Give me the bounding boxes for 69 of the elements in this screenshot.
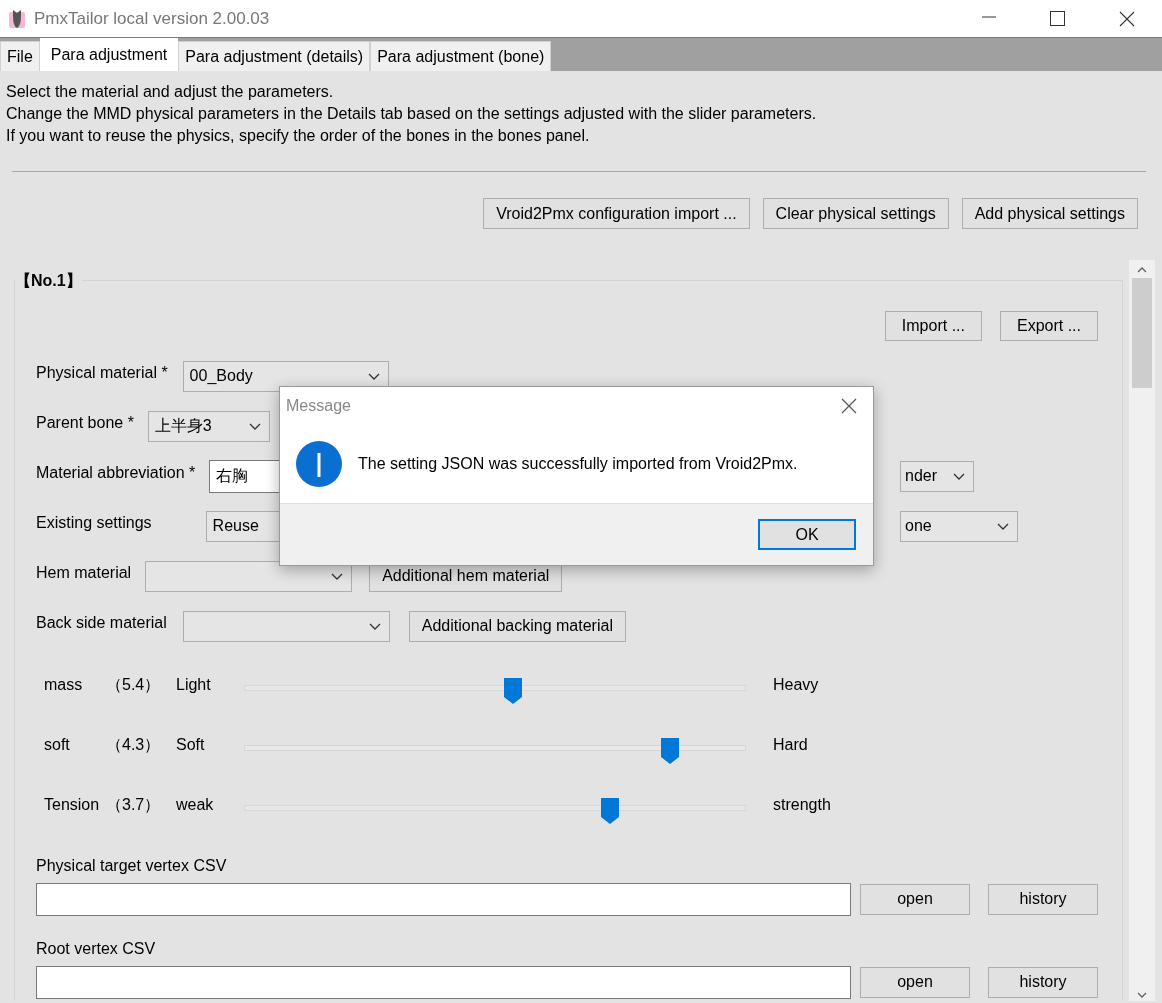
- slider[interactable]: [244, 738, 746, 764]
- file-button[interactable]: open: [860, 883, 970, 915]
- close-icon[interactable]: [1119, 10, 1135, 27]
- field-label: Existing settings: [36, 514, 152, 532]
- field-label: Hem material: [36, 564, 132, 582]
- dropdown[interactable]: one: [900, 510, 1018, 542]
- field-label: Physical target vertex CSV: [35, 856, 228, 876]
- max-label: Hard: [773, 736, 808, 754]
- slider-name: Tension: [44, 796, 101, 814]
- slider-value: （4.3）: [106, 734, 162, 755]
- chevron-down-icon: [367, 372, 380, 380]
- slider-thumb[interactable]: [660, 738, 679, 764]
- chevron-down-icon: [997, 522, 1009, 530]
- window-title: PmxTailor local version 2.00.03: [34, 8, 270, 29]
- maximize-icon[interactable]: [1050, 10, 1065, 26]
- chevron-down-icon: [953, 472, 965, 480]
- description-text: If you want to reuse the physics, specify the order of the bones in the bones panel.: [6, 126, 591, 146]
- slider-name: soft: [44, 736, 71, 754]
- slider[interactable]: [244, 798, 746, 824]
- field-label: Root vertex CSV: [35, 939, 157, 959]
- slider-name: mass: [44, 676, 84, 694]
- toolbar-button[interactable]: Vroid2Pmx configuration import ...: [483, 198, 750, 229]
- tab[interactable]: Para adjustment: [39, 38, 179, 71]
- tab[interactable]: Para adjustment (details): [178, 41, 371, 71]
- file-button[interactable]: history: [988, 966, 1098, 998]
- min-label: Light: [176, 676, 212, 694]
- description-text: Select the material and adjust the parameters.: [6, 82, 335, 102]
- close-icon[interactable]: [841, 398, 857, 414]
- slider-value: （3.7）: [106, 794, 162, 815]
- import-export-button[interactable]: Export ...: [999, 311, 1098, 341]
- dropdown[interactable]: 00_Body: [182, 360, 389, 392]
- slider[interactable]: [244, 678, 746, 704]
- file-button[interactable]: history: [988, 883, 1098, 915]
- app-icon: [8, 7, 26, 30]
- text-field[interactable]: [36, 882, 851, 916]
- chevron-down-icon: [331, 572, 344, 580]
- toolbar-button[interactable]: Add physical settings: [961, 198, 1138, 229]
- scrollbar[interactable]: [1129, 260, 1155, 1001]
- import-export-button[interactable]: Import ...: [884, 311, 982, 341]
- max-label: Heavy: [773, 676, 819, 694]
- dialog-title: Message: [286, 397, 351, 415]
- max-label: strength: [773, 796, 831, 814]
- description-text: Change the MMD physical parameters in the Details tab based on the settings adjusted with the slider parameters.: [6, 104, 818, 124]
- dropdown[interactable]: 上半身3: [147, 410, 270, 442]
- chevron-down-icon: [248, 422, 261, 430]
- text-field[interactable]: [36, 965, 851, 999]
- slider-thumb[interactable]: [601, 798, 620, 824]
- scrollbar-thumb[interactable]: [1132, 278, 1152, 388]
- tab[interactable]: File: [0, 41, 40, 71]
- slider-thumb[interactable]: [504, 678, 523, 704]
- tab[interactable]: Para adjustment (bone): [370, 41, 552, 71]
- ok-button[interactable]: OK: [758, 519, 856, 550]
- min-label: Soft: [176, 736, 206, 754]
- scroll-down-icon[interactable]: [1137, 991, 1147, 999]
- field-label: Physical material *: [36, 364, 168, 382]
- field-label: Material abbreviation *: [36, 464, 196, 482]
- dialog-message: The setting JSON was successfully imported from Vroid2Pmx.: [358, 455, 798, 473]
- min-label: weak: [176, 796, 215, 814]
- dropdown[interactable]: [145, 560, 353, 592]
- file-button[interactable]: open: [860, 966, 970, 998]
- toolbar-button[interactable]: Clear physical settings: [762, 198, 949, 229]
- slider-value: （5.4）: [106, 674, 162, 695]
- dropdown[interactable]: nder: [900, 460, 974, 492]
- field-label: Parent bone *: [36, 414, 134, 432]
- info-icon: [296, 441, 342, 487]
- chevron-down-icon: [368, 622, 381, 630]
- field-label: Back side material: [36, 614, 167, 632]
- add-material-button[interactable]: Additional backing material: [408, 610, 626, 642]
- scroll-up-icon[interactable]: [1137, 266, 1147, 274]
